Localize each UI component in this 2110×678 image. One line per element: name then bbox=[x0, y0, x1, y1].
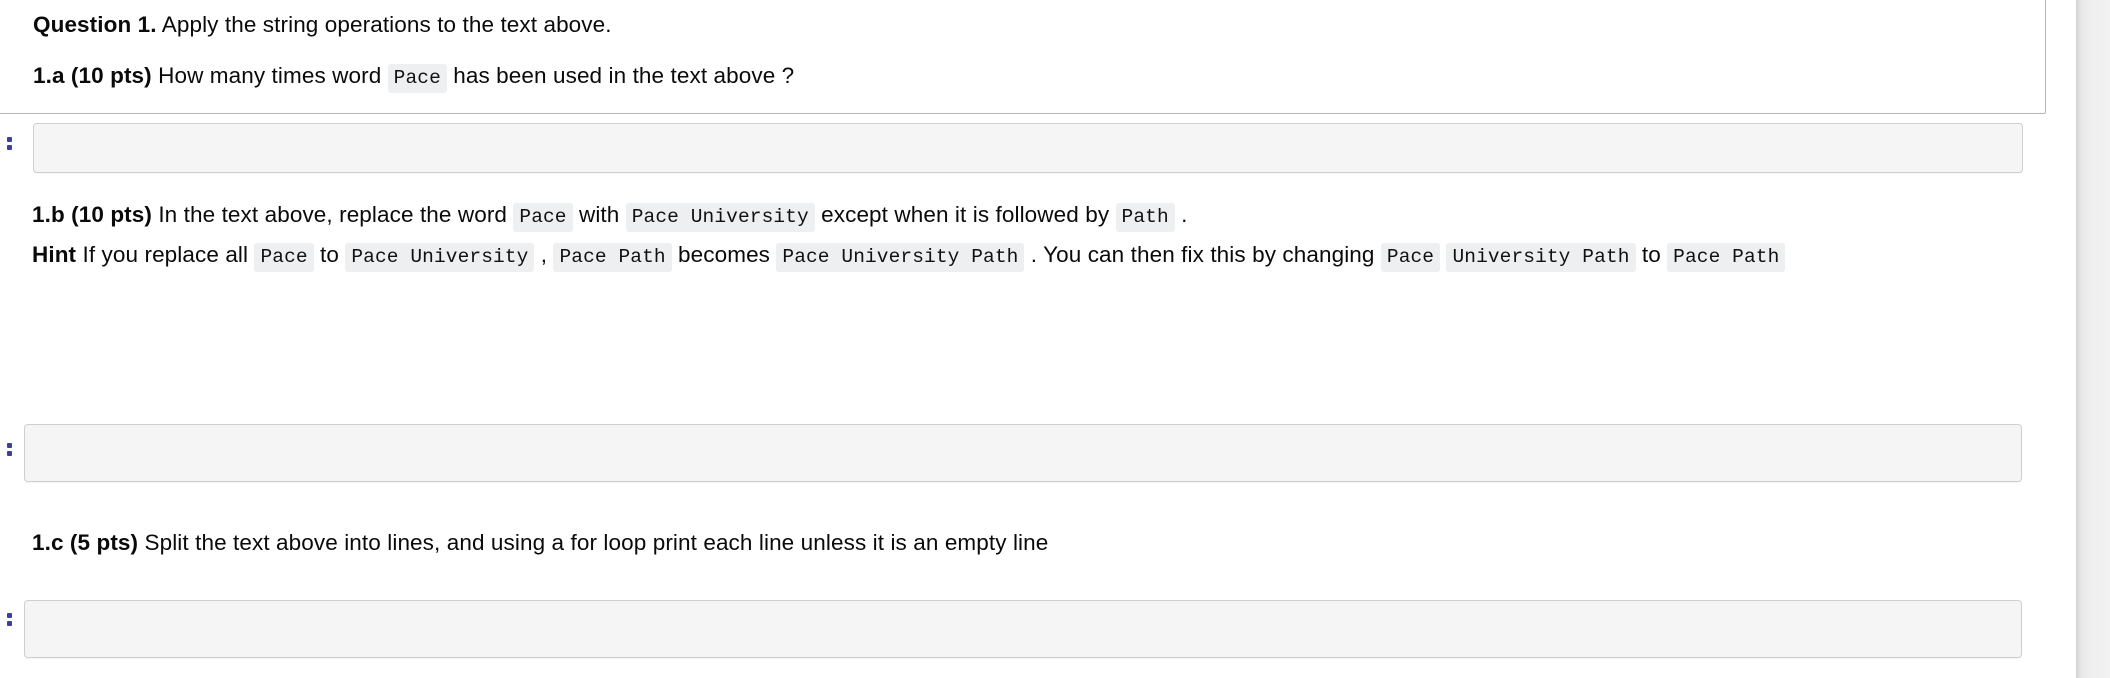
part-1b-code-pace-university: Pace University bbox=[625, 203, 815, 232]
drag-dot bbox=[6, 137, 12, 142]
code-cell-c-input[interactable] bbox=[25, 601, 2021, 621]
drag-handle-code-cell-c[interactable] bbox=[2, 610, 16, 636]
part-1b-prompt: 1.b (10 pts) In the text above, replace … bbox=[32, 195, 2022, 235]
hint-t1: If you replace all bbox=[76, 242, 255, 267]
hint-t4: becomes bbox=[671, 242, 777, 267]
part-1b-code-pace: Pace bbox=[513, 203, 573, 232]
hint-code-pace-university: Pace University bbox=[345, 243, 535, 272]
drag-dot bbox=[6, 621, 12, 626]
markdown-cell-body: Question 1. Apply the string operations … bbox=[33, 3, 2025, 96]
hint-label: Hint bbox=[32, 242, 77, 267]
hint-code-pace-path: Pace Path bbox=[553, 243, 672, 272]
part-1a-prompt: 1.a (10 pts) How many times word Pace ha… bbox=[33, 56, 2025, 96]
question-1-text: Apply the string operations to the text … bbox=[156, 12, 612, 37]
part-1b-label: 1.b (10 pts) bbox=[32, 202, 152, 227]
part-1b-t3: except when it is followed by bbox=[814, 202, 1116, 227]
part-1b-t2: with bbox=[572, 202, 626, 227]
part-1c-label: 1.c (5 pts) bbox=[32, 530, 139, 555]
part-1b-t1: In the text above, replace the word bbox=[151, 202, 514, 227]
hint-code-pace-path-2: Pace Path bbox=[1667, 243, 1786, 272]
code-cell-c[interactable] bbox=[24, 600, 2022, 658]
part-1a-label: 1.a (10 pts) bbox=[33, 63, 152, 88]
code-cell-b-input[interactable] bbox=[25, 425, 2021, 445]
part-1a-text-after: has been used in the text above ? bbox=[446, 63, 795, 88]
question-1-heading: Question 1. Apply the string operations … bbox=[33, 5, 2025, 45]
code-cell-a-input[interactable] bbox=[34, 124, 2022, 144]
notebook-canvas: Question 1. Apply the string operations … bbox=[0, 0, 2110, 678]
hint-t2: to bbox=[313, 242, 346, 267]
hint-t5: . You can then fix this by changing bbox=[1024, 242, 1381, 267]
part-1a-text-before: How many times word bbox=[151, 63, 388, 88]
part-1c-prompt: 1.c (5 pts) Split the text above into li… bbox=[32, 523, 2022, 563]
part-1a-code-pace: Pace bbox=[387, 64, 447, 93]
markdown-cell-question1[interactable]: Question 1. Apply the string operations … bbox=[0, 0, 2046, 114]
hint-code-pace-2: Pace bbox=[1380, 243, 1441, 272]
part-1b-code-path: Path bbox=[1115, 203, 1175, 232]
part-1c-text: Split the text above into lines, and usi… bbox=[138, 530, 1049, 555]
drag-handle-code-cell-b[interactable] bbox=[2, 440, 16, 466]
hint-code-pace-university-path: Pace University Path bbox=[776, 243, 1025, 272]
hint-code-university-path: University Path bbox=[1446, 243, 1636, 272]
drag-dot bbox=[6, 451, 12, 456]
vertical-scrollbar[interactable] bbox=[2076, 0, 2110, 678]
drag-dot bbox=[6, 613, 12, 618]
hint-t3: , bbox=[534, 242, 554, 267]
drag-handle-code-cell-a[interactable] bbox=[2, 134, 16, 160]
part-1b-block: 1.b (10 pts) In the text above, replace … bbox=[32, 195, 2022, 275]
question-1-label: Question 1. bbox=[33, 12, 157, 37]
code-cell-a[interactable] bbox=[33, 123, 2023, 173]
drag-dot bbox=[6, 443, 12, 448]
hint-code-pace: Pace bbox=[254, 243, 314, 272]
code-cell-b[interactable] bbox=[24, 424, 2022, 482]
part-1c-block: 1.c (5 pts) Split the text above into li… bbox=[32, 523, 2022, 563]
hint-t7: to bbox=[1635, 242, 1668, 267]
part-1b-t4: . bbox=[1174, 202, 1188, 227]
part-1b-hint: Hint If you replace all Pace to Pace Uni… bbox=[32, 235, 2022, 275]
drag-dot bbox=[6, 145, 12, 150]
